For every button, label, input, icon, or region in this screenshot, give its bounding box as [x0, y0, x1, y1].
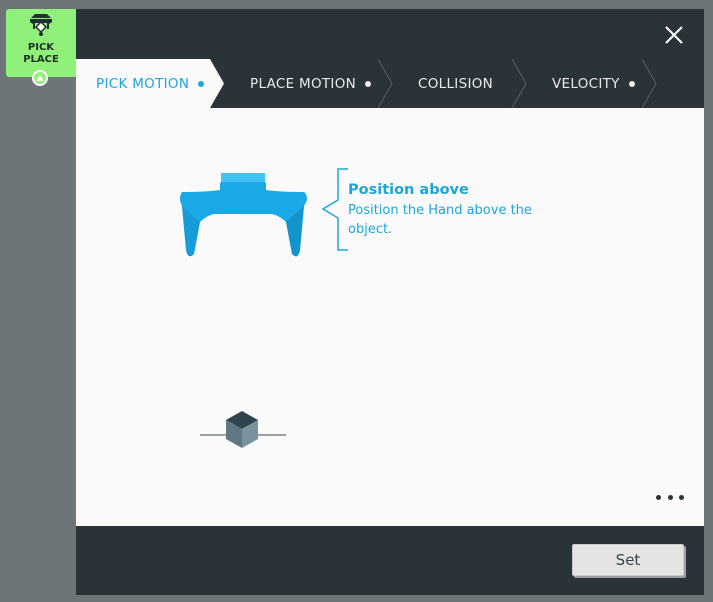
tab-label: PLACE MOTION [250, 75, 357, 92]
gripper-hand-illustration [176, 170, 310, 264]
set-button[interactable]: Set [572, 544, 684, 576]
status-dot [628, 80, 635, 87]
tab-label: COLLISION [418, 75, 494, 92]
status-dot [365, 80, 372, 87]
instruction-block: Position above Position the Hand above t… [348, 180, 568, 239]
pick-place-icon [27, 13, 55, 41]
tab-label: PICK MOTION [96, 75, 190, 92]
tab-collision[interactable]: COLLISION [418, 59, 493, 108]
expand-icon[interactable] [32, 70, 48, 86]
object-cube-illustration [200, 408, 288, 456]
tab-velocity[interactable]: VELOCITY [552, 59, 635, 108]
node-label: PICK PLACE [23, 42, 59, 65]
dialog-footer: Set [76, 526, 704, 595]
close-icon[interactable] [664, 25, 684, 45]
instruction-title: Position above [348, 182, 469, 198]
left-sidebar [0, 0, 76, 602]
pick-place-node[interactable]: PICK PLACE [6, 9, 76, 77]
dialog-header [76, 9, 704, 59]
tab-bar: PICK MOTION PLACE MOTION COLLISION VELOC… [76, 59, 704, 108]
more-options-icon[interactable] [656, 492, 684, 502]
pick-place-dialog: PICK MOTION PLACE MOTION COLLISION VELOC… [76, 9, 704, 595]
tab-label: VELOCITY [552, 75, 620, 92]
tab-pick-motion[interactable]: PICK MOTION [96, 59, 205, 108]
callout-bracket [321, 168, 348, 251]
tab-place-motion[interactable]: PLACE MOTION [250, 59, 372, 108]
content-area: Position above Position the Hand above t… [76, 108, 704, 526]
status-dot [198, 80, 205, 87]
instruction-text: Position the Hand above the object. [348, 203, 532, 237]
